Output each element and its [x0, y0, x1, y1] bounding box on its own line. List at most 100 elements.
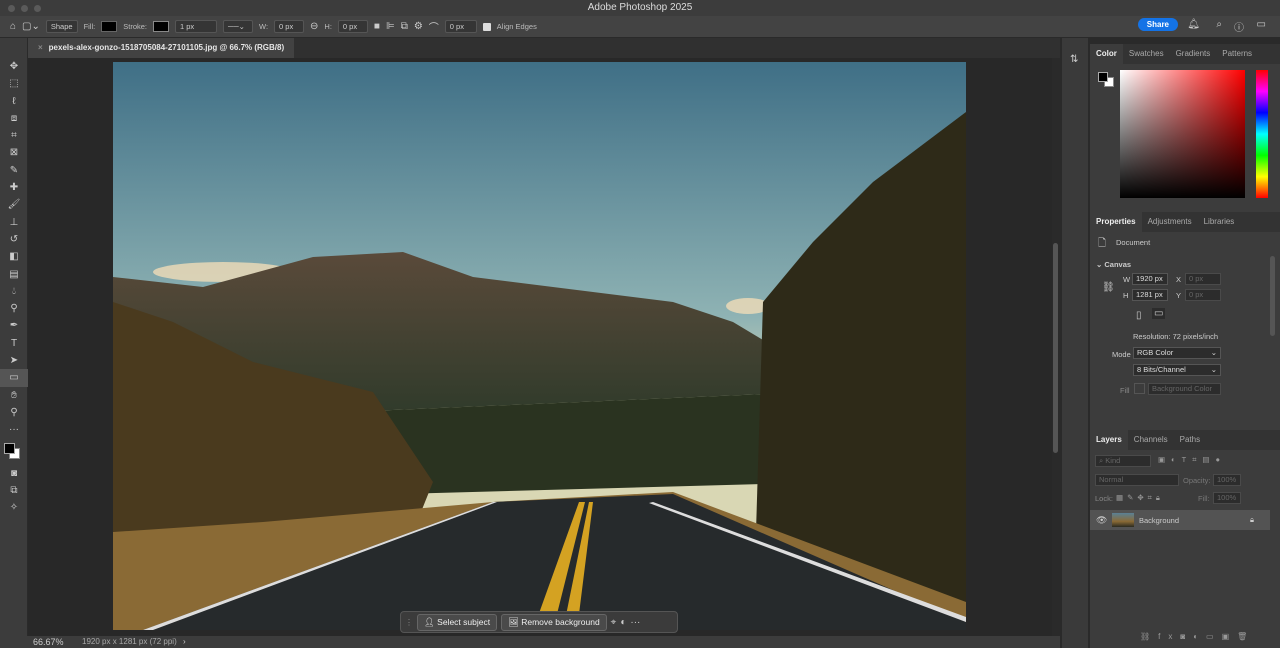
- history-panel-icon[interactable]: ⇅: [1070, 54, 1078, 65]
- canvas-x-input[interactable]: 0 px: [1185, 273, 1221, 285]
- foreground-color-swatch[interactable]: [1098, 72, 1108, 82]
- tab-swatches[interactable]: Swatches: [1123, 44, 1170, 64]
- layer-fill-input[interactable]: 100%: [1213, 492, 1241, 504]
- properties-scrollbar[interactable]: [1270, 256, 1275, 336]
- link-icon[interactable]: ⊖: [310, 21, 318, 32]
- document-image[interactable]: [113, 62, 966, 630]
- home-icon[interactable]: ⌂: [10, 21, 16, 32]
- vertical-scrollbar[interactable]: [1052, 58, 1060, 636]
- pen-tool-icon[interactable]: ✒: [0, 317, 28, 334]
- workspace-icon[interactable]: ▭: [1257, 19, 1266, 30]
- document-tab-title: pexels-alex-gonzo-1518705084-27101105.jp…: [48, 43, 285, 52]
- transform-icon[interactable]: ⌖: [611, 617, 617, 628]
- crop-tool-icon[interactable]: ⌗: [0, 127, 28, 144]
- frame-tool-icon[interactable]: ⊠: [0, 144, 28, 161]
- landscape-orientation-icon[interactable]: ▭: [1152, 308, 1166, 319]
- tab-gradients[interactable]: Gradients: [1170, 44, 1217, 64]
- canvas-width-input[interactable]: 1920 px: [1132, 273, 1168, 285]
- bell-icon[interactable]: 🔔︎: [1187, 19, 1200, 30]
- height-input[interactable]: 0 px: [337, 20, 368, 33]
- path-selection-tool-icon[interactable]: ➤: [0, 352, 28, 369]
- stroke-style-select[interactable]: ──⌄: [223, 20, 253, 33]
- layer-row[interactable]: 👁︎ Background 🔒︎: [1090, 510, 1270, 530]
- object-selection-tool-icon[interactable]: ⧈: [0, 110, 28, 127]
- opacity-input[interactable]: 100%: [1213, 474, 1241, 486]
- canvas-y-input[interactable]: 0 px: [1185, 289, 1221, 301]
- radius-input[interactable]: 0 px: [444, 20, 477, 33]
- document-tab[interactable]: × pexels-alex-gonzo-1518705084-27101105.j…: [28, 38, 295, 58]
- mode-select[interactable]: RGB Color ⌄: [1133, 347, 1221, 359]
- shape-tool-preset-icon[interactable]: ▢⌄: [22, 21, 40, 32]
- more-tools-icon[interactable]: ···: [0, 421, 28, 438]
- visibility-eye-icon[interactable]: 👁︎: [1096, 515, 1107, 526]
- healing-brush-tool-icon[interactable]: ✚: [0, 179, 28, 196]
- more-options-icon[interactable]: ···: [630, 617, 640, 628]
- adjustment-icon[interactable]: ◐: [620, 617, 626, 628]
- blend-mode-select[interactable]: Normal: [1095, 474, 1179, 486]
- shape-mode-select[interactable]: Shape: [45, 20, 78, 33]
- generative-icon[interactable]: ✧: [0, 499, 28, 516]
- fill-swatch[interactable]: [101, 21, 118, 32]
- lasso-tool-icon[interactable]: ℓ: [0, 93, 28, 110]
- vertical-scroll-thumb[interactable]: [1053, 243, 1058, 453]
- gradient-tool-icon[interactable]: ▤: [0, 266, 28, 283]
- tab-paths[interactable]: Paths: [1174, 430, 1206, 450]
- eraser-tool-icon[interactable]: ◧: [0, 248, 28, 265]
- layers-footer-icons[interactable]: ⛓fx◙◐▭▣🗑︎: [1140, 632, 1255, 641]
- stroke-width-input[interactable]: 1 px: [175, 20, 217, 33]
- tab-properties[interactable]: Properties: [1090, 212, 1142, 232]
- help-icon[interactable]: ⓘ: [1234, 19, 1244, 34]
- link-dimensions-icon[interactable]: ⛓: [1102, 282, 1115, 293]
- move-tool-icon[interactable]: ✥: [0, 58, 28, 75]
- align-edges-checkbox[interactable]: [482, 22, 491, 31]
- dodge-tool-icon[interactable]: ⚲: [0, 300, 28, 317]
- path-arrangement-icon[interactable]: ⧉: [401, 21, 408, 32]
- remove-background-button[interactable]: 🖼︎ Remove background: [501, 613, 607, 631]
- layer-kind-filter[interactable]: ⌕ Kind: [1095, 455, 1151, 467]
- tab-patterns[interactable]: Patterns: [1216, 44, 1258, 64]
- clone-stamp-tool-icon[interactable]: ⊥: [0, 214, 28, 231]
- fill-select[interactable]: Background Color: [1148, 383, 1221, 395]
- hue-slider[interactable]: [1256, 70, 1268, 198]
- hand-tool-icon[interactable]: ✋︎: [0, 387, 28, 404]
- canvas-height-input[interactable]: 1281 px: [1132, 289, 1168, 301]
- zoom-tool-icon[interactable]: ⚲: [0, 404, 28, 421]
- stroke-swatch[interactable]: [153, 21, 169, 32]
- rectangle-tool-icon[interactable]: ▭: [0, 369, 28, 387]
- select-subject-button[interactable]: 👤︎ Select subject: [417, 613, 498, 631]
- status-menu-icon[interactable]: ›: [183, 636, 186, 648]
- layer-filter-icons[interactable]: ▣◐T⌗▤●: [1158, 455, 1226, 465]
- path-operations-icon[interactable]: ■: [374, 21, 380, 32]
- tab-channels[interactable]: Channels: [1128, 430, 1174, 450]
- screen-mode-icon[interactable]: ⧉: [0, 482, 28, 499]
- canvas-section-header[interactable]: ⌄ Canvas: [1096, 260, 1131, 269]
- search-icon[interactable]: ⌕: [1216, 19, 1222, 30]
- tab-libraries[interactable]: Libraries: [1198, 212, 1241, 232]
- blur-tool-icon[interactable]: 💧︎: [0, 283, 28, 300]
- marquee-tool-icon[interactable]: ⬚: [0, 75, 28, 92]
- tab-layers[interactable]: Layers: [1090, 430, 1128, 450]
- zoom-level[interactable]: 66.67%: [33, 636, 64, 648]
- lock-icons[interactable]: ▦✎✥⌗🔒︎: [1116, 493, 1164, 503]
- fill-swatch[interactable]: [1134, 383, 1145, 394]
- quick-mask-icon[interactable]: ◙: [0, 465, 28, 482]
- tab-color[interactable]: Color: [1090, 44, 1123, 64]
- foreground-background-color-icon[interactable]: [0, 439, 28, 465]
- window-controls[interactable]: [8, 5, 41, 12]
- remove-background-label: Remove background: [521, 616, 600, 627]
- close-tab-icon[interactable]: ×: [38, 43, 43, 52]
- tab-adjustments[interactable]: Adjustments: [1142, 212, 1198, 232]
- width-input[interactable]: 0 px: [274, 20, 305, 33]
- bit-depth-select[interactable]: 8 Bits/Channel ⌄: [1133, 364, 1221, 376]
- gear-icon[interactable]: ⚙: [414, 21, 423, 32]
- history-brush-tool-icon[interactable]: ↺: [0, 231, 28, 248]
- portrait-orientation-icon[interactable]: ▯: [1136, 310, 1142, 321]
- brush-tool-icon[interactable]: 🖌︎: [0, 196, 28, 213]
- share-button[interactable]: Share: [1137, 18, 1178, 31]
- type-tool-icon[interactable]: T: [0, 335, 28, 352]
- path-alignment-icon[interactable]: ⊫: [386, 21, 395, 32]
- color-field[interactable]: [1120, 70, 1245, 198]
- drag-handle-icon[interactable]: ⋮: [405, 618, 413, 627]
- eyedropper-tool-icon[interactable]: ✎: [0, 162, 28, 179]
- canvas-area[interactable]: [28, 58, 1060, 636]
